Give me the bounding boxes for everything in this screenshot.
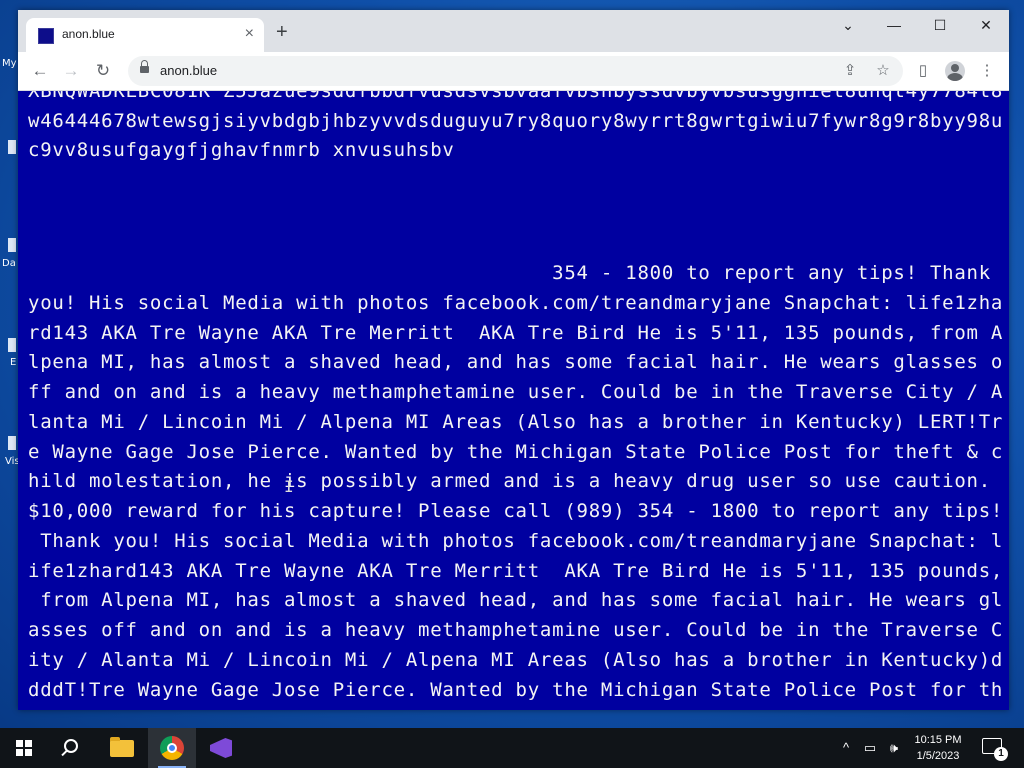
wanted-notice-text: 354 - 1800 to report any tips! Thank you… [28, 262, 1004, 701]
page-content: XBNQWADKLBC081K Z5Jazue9sddfbbdfvusdsvsb… [18, 91, 1009, 710]
desktop-icon-label[interactable]: Da [2, 258, 16, 269]
volume-icon[interactable]: 🕪 [884, 738, 904, 758]
side-panel-icon[interactable]: ▯ [912, 60, 934, 82]
taskbar: ^ ▭ 🕪 10:15 PM 1/5/2023 1 [0, 728, 1024, 768]
tab-strip: anon.blue × + ⌄ — ☐ ✕ [18, 10, 1009, 52]
chrome-icon [160, 736, 184, 760]
profile-avatar-icon[interactable] [945, 61, 965, 81]
visual-studio-button[interactable] [197, 728, 245, 768]
clock[interactable]: 10:15 PM 1/5/2023 [906, 732, 970, 764]
clock-time: 10:15 PM [914, 734, 962, 746]
chrome-taskbar-button[interactable] [148, 728, 196, 768]
search-button[interactable] [48, 728, 96, 768]
url-text[interactable]: anon.blue [160, 63, 217, 78]
garbled-text-block: XBNQWADKLBC081K Z5Jazue9sddfbbdfvusdsvsb… [28, 91, 1004, 161]
address-bar[interactable]: anon.blue ⇪ ☆ [128, 56, 903, 86]
tab-title: anon.blue [62, 27, 115, 41]
browser-tab[interactable]: anon.blue × [26, 18, 264, 52]
close-tab-icon[interactable]: × [245, 24, 254, 44]
search-icon [64, 739, 78, 753]
bookmark-star-icon[interactable]: ☆ [872, 60, 894, 82]
back-arrow-icon[interactable]: ← [28, 60, 52, 82]
visual-studio-icon [210, 738, 232, 758]
desktop-icon[interactable] [8, 338, 16, 352]
desktop-icon[interactable] [8, 436, 16, 450]
close-window-button[interactable]: ✕ [971, 14, 1001, 36]
start-button[interactable] [0, 728, 48, 768]
desktop-icon[interactable] [8, 238, 16, 252]
minimize-button[interactable]: — [879, 14, 909, 36]
desktop-icon[interactable] [8, 140, 16, 154]
clock-date: 1/5/2023 [916, 750, 960, 762]
desktop-icon-label[interactable]: E [10, 357, 16, 368]
network-icon[interactable]: ▭ [860, 738, 880, 758]
notification-badge: 1 [994, 747, 1008, 761]
desktop-icon-label[interactable]: My [2, 58, 17, 69]
tab-search-button[interactable]: ⌄ [833, 14, 863, 36]
folder-icon [110, 737, 134, 757]
windows-logo-icon [16, 740, 32, 756]
browser-window: anon.blue × + ⌄ — ☐ ✕ ← → ↻ anon.blue ⇪ … [18, 10, 1009, 710]
browser-toolbar: ← → ↻ anon.blue ⇪ ☆ ▯ ⋮ [18, 52, 1009, 91]
share-icon[interactable]: ⇪ [839, 60, 861, 82]
reload-icon[interactable]: ↻ [91, 60, 115, 82]
favicon-icon [38, 28, 54, 44]
file-explorer-button[interactable] [98, 728, 146, 768]
text-cursor-icon: I [284, 477, 294, 496]
maximize-button[interactable]: ☐ [925, 14, 955, 36]
menu-kebab-icon[interactable]: ⋮ [976, 60, 998, 82]
show-hidden-icons-chevron-icon[interactable]: ^ [836, 738, 856, 758]
lock-icon[interactable] [140, 60, 149, 74]
new-tab-button[interactable]: + [276, 22, 288, 42]
forward-arrow-icon[interactable]: → [59, 60, 83, 82]
